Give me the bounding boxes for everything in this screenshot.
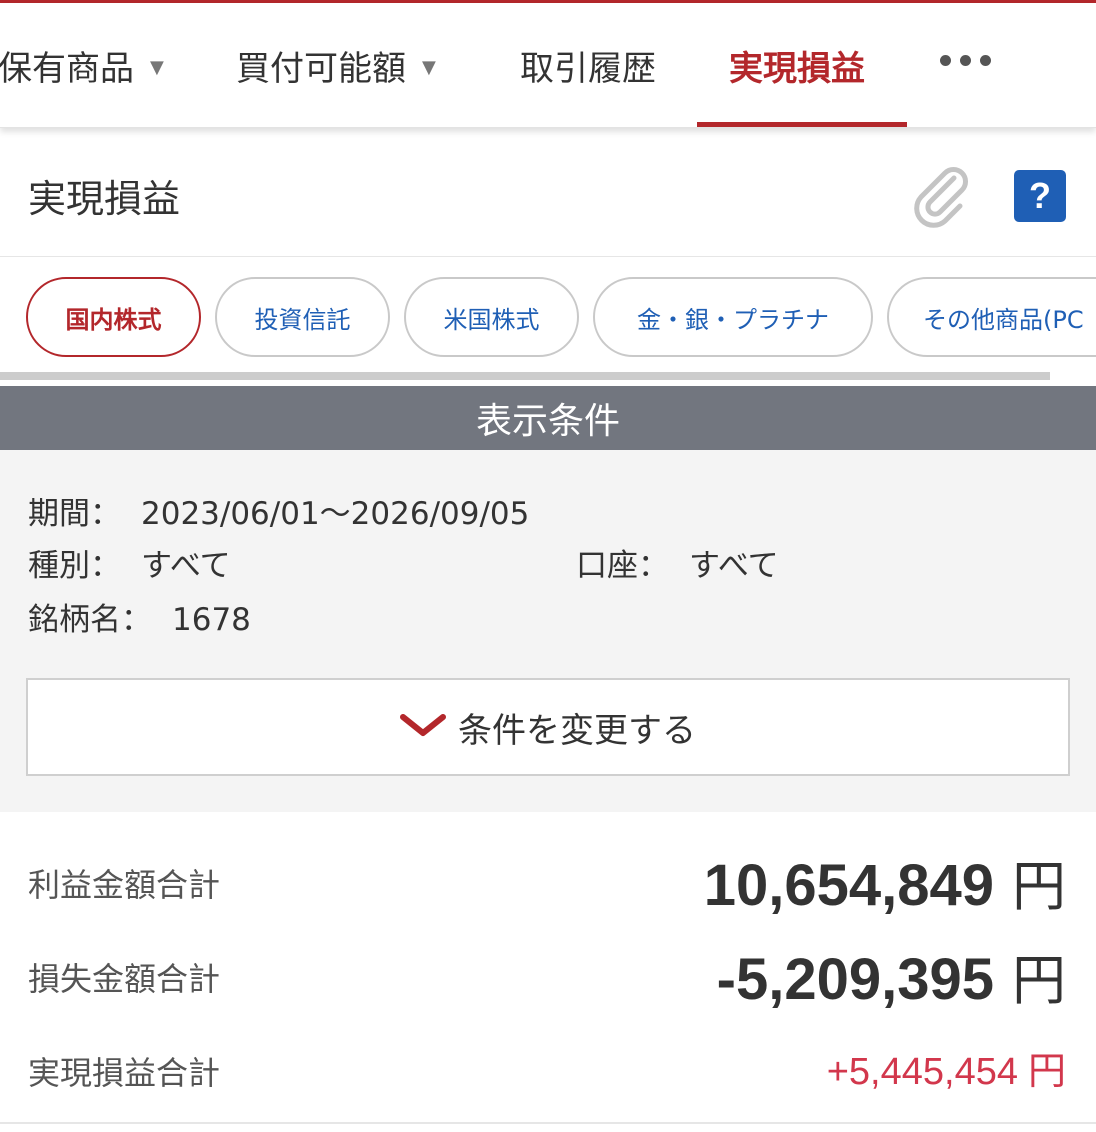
top-tab-bar: 保有商品 ▼ 買付可能額 ▼ 取引履歴 実現損益 <box>0 3 1096 128</box>
active-tab-indicator <box>697 122 907 127</box>
profit-total-value: 10,654,849 円 <box>704 842 1066 921</box>
profit-total-amount: 10,654,849 <box>703 853 994 918</box>
net-total-label: 実現損益合計 <box>28 1054 221 1092</box>
currency-unit: 円 <box>1012 855 1066 918</box>
change-conditions-label: 条件を変更する <box>458 710 696 751</box>
loss-total-label: 損失金額合計 <box>28 960 221 998</box>
net-total-amount: +5,445,454 <box>826 1051 1018 1093</box>
period-row: 期間： 2023/06/01〜2026/09/05 <box>28 488 529 533</box>
caret-down-icon: ▼ <box>422 57 436 78</box>
chip-domestic-stocks[interactable]: 国内株式 <box>26 277 201 357</box>
chip-us-stocks[interactable]: 米国株式 <box>404 277 579 357</box>
change-conditions-button[interactable]: 条件を変更する <box>26 678 1070 776</box>
loss-total-amount: -5,209,395 <box>716 947 994 1012</box>
name-label: 銘柄名： <box>28 602 152 638</box>
more-horizontal-icon[interactable] <box>940 55 991 66</box>
caret-down-icon: ▼ <box>150 57 164 78</box>
page-header: 実現損益 ? <box>0 128 1096 257</box>
tab-buying-power[interactable]: 買付可能額 ▼ <box>236 3 436 128</box>
currency-unit: 円 <box>1027 1049 1066 1093</box>
help-button[interactable]: ? <box>1014 170 1066 222</box>
conditions-panel: 期間： 2023/06/01〜2026/09/05 種別： すべて 口座： すべて 銘… <box>0 450 1096 812</box>
tab-trade-history-label: 取引履歴 <box>520 49 656 89</box>
paperclip-icon[interactable] <box>910 164 974 228</box>
chip-other-products[interactable]: その他商品(PC <box>887 277 1096 357</box>
tab-holdings[interactable]: 保有商品 ▼ <box>0 3 164 128</box>
tab-realized-pl[interactable]: 実現損益 <box>729 3 865 128</box>
chevron-down-icon <box>400 714 446 736</box>
period-value: 2023/06/01〜2026/09/05 <box>141 496 530 532</box>
tab-realized-pl-label: 実現損益 <box>729 49 865 89</box>
account-label: 口座： <box>576 548 669 584</box>
product-tabs: 国内株式 投資信託 米国株式 金・銀・プラチナ その他商品(PC <box>0 257 1096 373</box>
net-total-value: +5,445,454 円 <box>827 1040 1066 1095</box>
currency-unit: 円 <box>1012 949 1066 1012</box>
chips-scrollbar[interactable] <box>0 372 1050 380</box>
type-row: 種別： すべて <box>28 540 231 585</box>
conditions-header: 表示条件 <box>0 386 1096 450</box>
divider <box>0 1122 1096 1124</box>
type-label: 種別： <box>28 548 121 584</box>
tab-trade-history[interactable]: 取引履歴 <box>520 3 656 128</box>
name-value: 1678 <box>172 602 251 638</box>
period-label: 期間： <box>28 496 121 532</box>
account-value: すべて <box>689 548 779 584</box>
loss-total-value: -5,209,395 円 <box>717 936 1066 1015</box>
totals-panel: 利益金額合計 10,654,849 円 損失金額合計 -5,209,395 円 … <box>0 812 1096 1132</box>
profit-total-label: 利益金額合計 <box>28 866 221 904</box>
name-row: 銘柄名： 1678 <box>28 594 251 639</box>
type-value: すべて <box>141 548 231 584</box>
chip-investment-trusts[interactable]: 投資信託 <box>215 277 390 357</box>
account-row: 口座： すべて <box>576 540 779 585</box>
page-title: 実現損益 <box>28 177 181 221</box>
tab-buying-power-label: 買付可能額 <box>236 49 406 89</box>
chip-precious-metals[interactable]: 金・銀・プラチナ <box>593 277 873 357</box>
tab-holdings-label: 保有商品 <box>0 49 134 89</box>
